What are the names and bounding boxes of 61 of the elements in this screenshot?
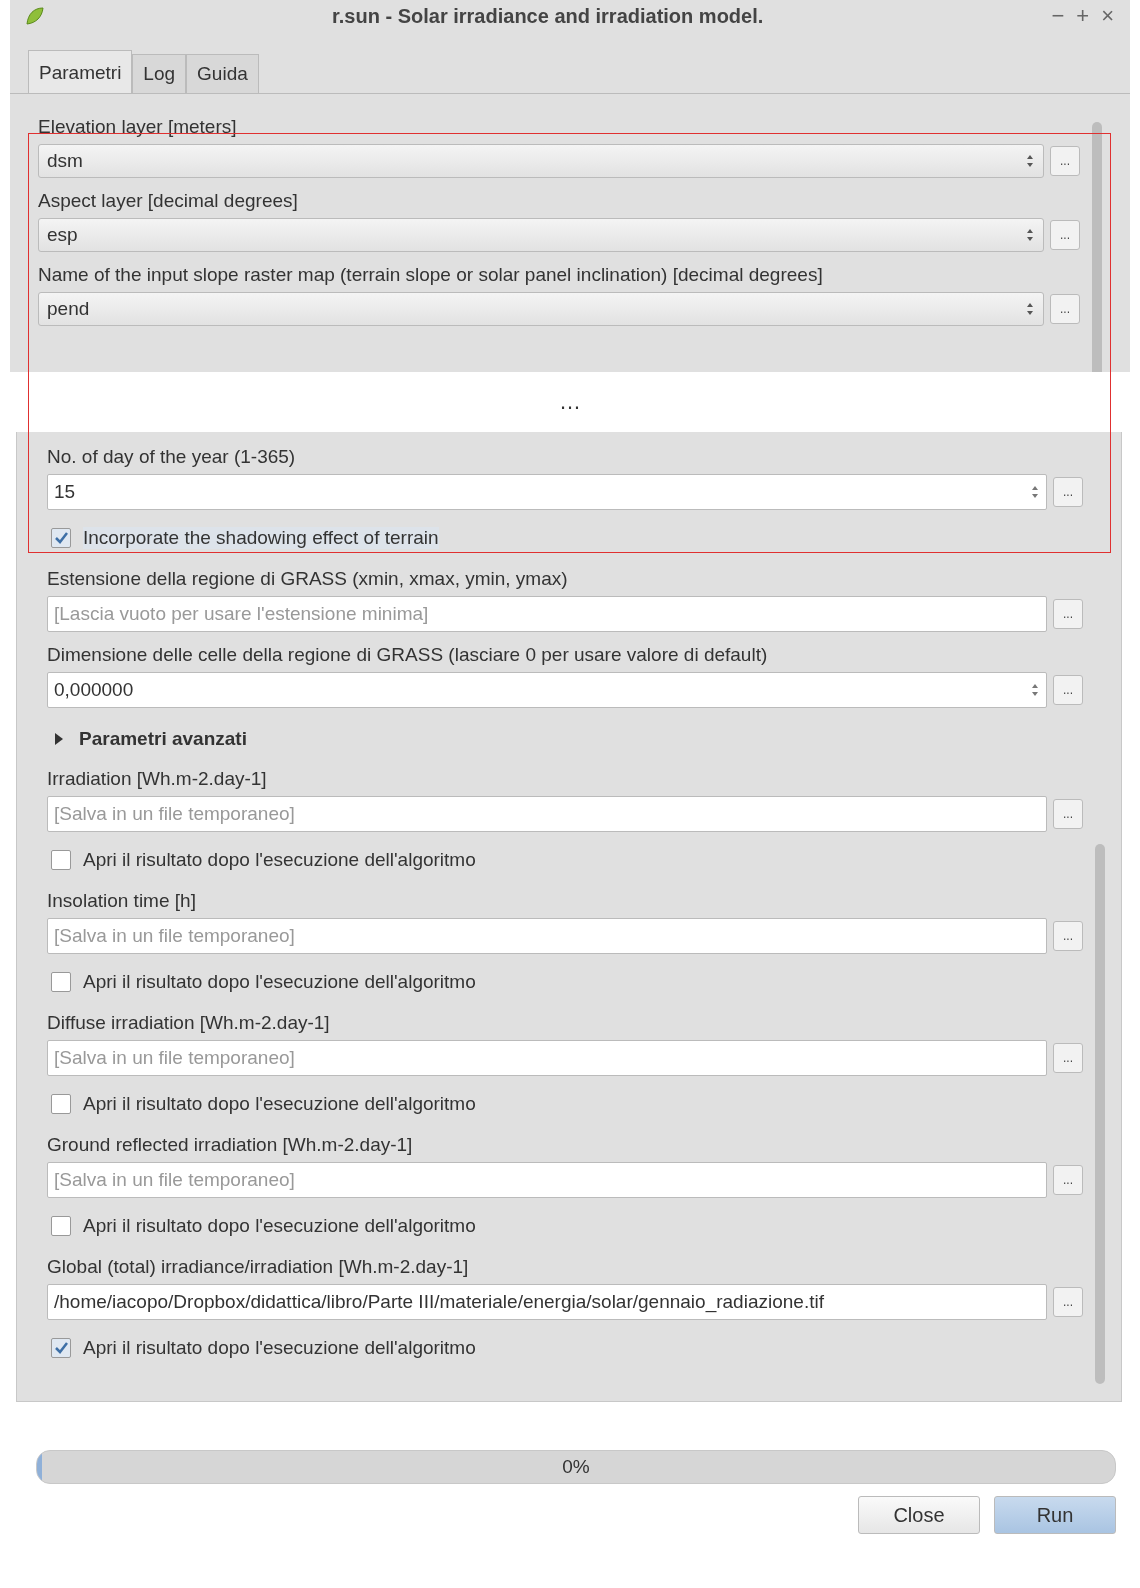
layer-combobox[interactable]: pend — [38, 292, 1044, 326]
checkbox-label: Apri il risultato dopo l'esecuzione dell'algoritmo — [83, 1337, 476, 1359]
browse-button[interactable]: ... — [1053, 477, 1083, 507]
browse-button[interactable]: ... — [1053, 675, 1083, 705]
output-path-field[interactable]: [Salva in un file temporaneo] — [47, 918, 1047, 954]
field-label: Estensione della regione di GRASS (xmin, xmax, ymin, ymax) — [47, 567, 569, 591]
output-path-field[interactable]: [Salva in un file temporaneo] — [47, 1162, 1047, 1198]
field-label: Irradiation [Wh.m-2.day-1] — [47, 767, 268, 791]
field-label: Name of the input slope raster map (terrain slope or solar panel inclination) [decimal degrees] — [38, 263, 824, 287]
scrollbar-thumb[interactable] — [1095, 844, 1105, 1384]
window-control[interactable]: × — [1099, 3, 1116, 29]
output-path-field[interactable]: [Salva in un file temporaneo] — [47, 796, 1047, 832]
checkbox[interactable] — [51, 528, 71, 548]
omission-mark: … — [559, 389, 581, 415]
leaf-icon — [24, 5, 46, 27]
field-label: Insolation time [h] — [47, 889, 197, 913]
close-button[interactable]: Close — [858, 1496, 980, 1534]
browse-button[interactable]: ... — [1053, 599, 1083, 629]
input-field[interactable]: [Lascia vuoto per usare l'estensione minima] — [47, 596, 1047, 632]
checkbox[interactable] — [51, 972, 71, 992]
field-label: Elevation layer [meters] — [38, 115, 238, 139]
checkbox-label: Apri il risultato dopo l'esecuzione dell'algoritmo — [83, 971, 476, 993]
checkbox[interactable] — [51, 1338, 71, 1358]
tab[interactable]: Parametri — [28, 50, 133, 93]
browse-button[interactable]: ... — [1050, 146, 1080, 176]
output-path-field[interactable]: /home/iacopo/Dropbox/didattica/libro/Parte III/materiale/energia/solar/gennaio_radiazione.tif — [47, 1284, 1047, 1320]
field-label: Diffuse irradiation [Wh.m-2.day-1] — [47, 1011, 331, 1035]
checkbox-label: Apri il risultato dopo l'esecuzione dell'algoritmo — [83, 1215, 476, 1237]
checkbox[interactable] — [51, 850, 71, 870]
window-title: r.sun - Solar irradiance and irradiation model. — [331, 4, 765, 28]
checkbox[interactable] — [51, 1094, 71, 1114]
run-button[interactable]: Run — [994, 1496, 1116, 1534]
checkbox-label: Incorporate the shadowing effect of terrain — [83, 527, 439, 549]
field-label: Global (total) irradiance/irradiation [Wh.m-2.day-1] — [47, 1255, 470, 1279]
scrollbar-thumb[interactable] — [1092, 122, 1102, 372]
checkbox-label: Apri il risultato dopo l'esecuzione dell'algoritmo — [83, 849, 476, 871]
browse-button[interactable]: ... — [1050, 220, 1080, 250]
layer-combobox[interactable]: dsm — [38, 144, 1044, 178]
layer-combobox[interactable]: esp — [38, 218, 1044, 252]
checkbox-label: Apri il risultato dopo l'esecuzione dell'algoritmo — [83, 1093, 476, 1115]
field-label: Dimensione delle celle della regione di GRASS (lasciare 0 per usare valore di default) — [47, 643, 769, 667]
output-path-field[interactable]: [Salva in un file temporaneo] — [47, 1040, 1047, 1076]
tab[interactable]: Log — [132, 54, 187, 93]
checkbox[interactable] — [51, 1216, 71, 1236]
browse-button[interactable]: ... — [1053, 1165, 1083, 1195]
field-label: Aspect layer [decimal degrees] — [38, 189, 299, 213]
progress-text: 0% — [562, 1456, 590, 1478]
field-label: No. of day of the year (1-365) — [47, 445, 297, 469]
expand-arrow-icon[interactable] — [53, 732, 65, 746]
browse-button[interactable]: ... — [1053, 799, 1083, 829]
browse-button[interactable]: ... — [1053, 1043, 1083, 1073]
browse-button[interactable]: ... — [1053, 1287, 1083, 1317]
number-field[interactable]: 15 — [47, 474, 1047, 510]
section-header[interactable]: Parametri avanzati — [79, 728, 247, 750]
window-control[interactable]: − — [1049, 3, 1067, 29]
tab[interactable]: Guida — [186, 54, 259, 93]
browse-button[interactable]: ... — [1050, 294, 1080, 324]
window-control[interactable]: + — [1074, 3, 1092, 29]
field-label: Ground reflected irradiation [Wh.m-2.day-1] — [47, 1133, 414, 1157]
browse-button[interactable]: ... — [1053, 921, 1083, 951]
number-field[interactable]: 0,000000 — [47, 672, 1047, 708]
